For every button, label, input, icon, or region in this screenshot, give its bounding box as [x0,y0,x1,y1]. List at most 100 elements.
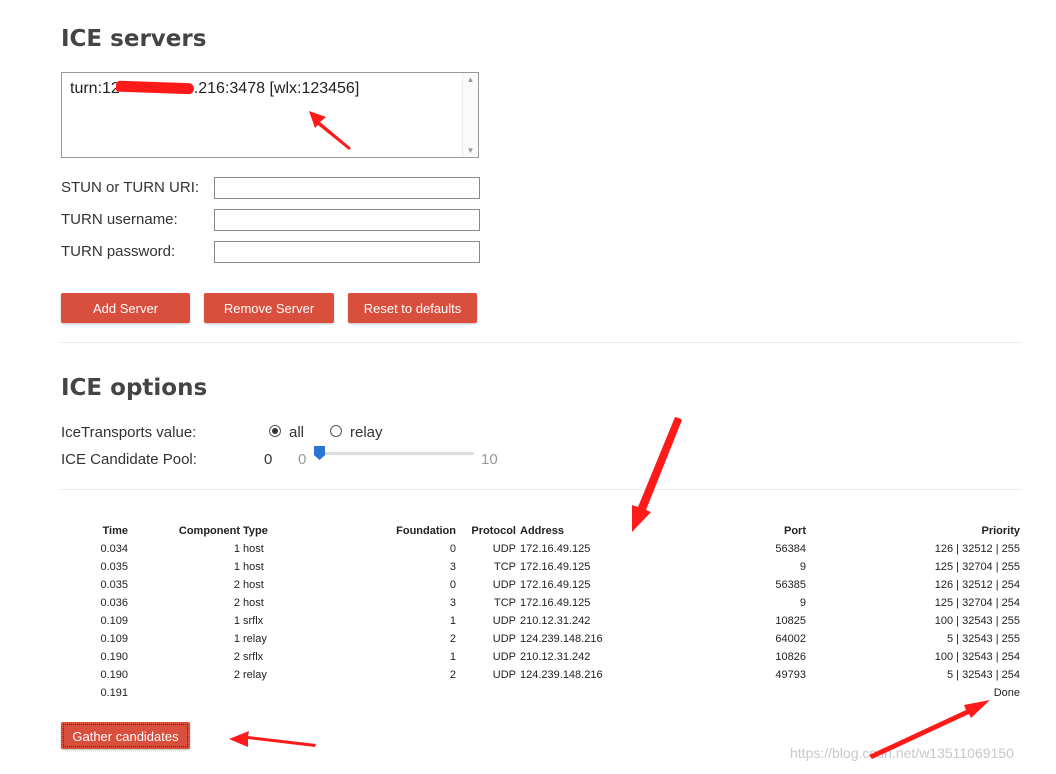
cell-foundation: 2 [449,633,456,645]
transport-relay-radio[interactable] [330,425,342,437]
gather-candidates-button[interactable]: Gather candidates [61,722,190,749]
table-row: 0.035 2 host 0 UDP 172.16.49.125 56385 126 | 32… [70,576,1020,594]
header-time: Time [102,525,128,537]
cell-address: 172.16.49.125 [520,543,591,555]
cell-time: 0.190 [100,651,128,663]
cell-time: 0.035 [100,561,128,573]
cell-port: 9 [799,597,806,609]
cell-type: host [243,543,264,555]
table-row: 0.035 1 host 3 TCP 172.16.49.125 9 125 | 32704 … [70,558,1020,576]
cell-protocol: TCP [494,597,516,609]
cell-type: srflx [243,615,264,627]
cell-protocol: UDP [492,651,516,663]
cell-time: 0.035 [100,579,128,591]
table-row-final: 0.191 Done [70,684,1020,702]
cell-port: 10825 [775,615,806,627]
add-server-button[interactable]: Add Server [61,293,190,323]
cell-protocol: UDP [492,633,516,645]
pool-label: ICE Candidate Pool: [61,451,197,468]
cell-type: relay [243,633,267,645]
cell-type: host [243,561,264,573]
cell-address: 172.16.49.125 [520,561,591,573]
cell-type: host [243,579,264,591]
cell-port: 56384 [775,543,806,555]
empty-cell [616,684,806,702]
cell-component: 1 [233,633,240,645]
username-label: TURN username: [61,211,178,228]
header-port: Port [784,525,806,537]
cell-port: 49793 [775,669,806,681]
header-component: Component [178,525,240,537]
cell-foundation: 0 [449,579,456,591]
cell-type: relay [243,669,267,681]
cell-priority: 5 | 32543 | 254 [947,669,1020,681]
table-row: 0.190 2 relay 2 UDP 124.239.148.216 49793 5 | 3… [70,666,1020,684]
header-foundation: Foundation [396,525,456,537]
cell-protocol: TCP [494,561,516,573]
cell-component: 2 [233,669,240,681]
scroll-down-icon[interactable]: ▼ [463,146,478,155]
pool-max: 10 [481,451,498,468]
cell-protocol: UDP [492,579,516,591]
cell-time: 0.109 [100,615,128,627]
cell-port: 64002 [775,633,806,645]
cell-type: host [243,597,264,609]
table-row: 0.109 1 srflx 1 UDP 210.12.31.242 10825 100 | 3… [70,612,1020,630]
empty-cell [290,684,456,702]
password-input[interactable] [214,241,480,263]
cell-address: 124.239.148.216 [520,669,603,681]
pool-min: 0 [298,451,307,468]
uri-input[interactable] [214,177,480,199]
cell-foundation: 1 [449,651,456,663]
cell-priority: 126 | 32512 | 254 [934,579,1020,591]
uri-label: STUN or TURN URI: [61,179,200,196]
cell-type: srflx [243,651,264,663]
table-header-row: Time Component Type Foundation Protocol … [70,522,1020,540]
cell-priority: 125 | 32704 | 254 [934,597,1020,609]
cell-address: 172.16.49.125 [520,579,591,591]
pool-slider[interactable] [318,452,474,455]
transports-label: IceTransports value: [61,424,197,441]
remove-server-button[interactable]: Remove Server [204,293,334,323]
server-entry[interactable]: turn:12 .216:3478 [wlx:123456] [70,80,359,98]
cell-address: 172.16.49.125 [520,597,591,609]
final-time: 0.191 [100,687,128,699]
cell-protocol: UDP [492,669,516,681]
cell-time: 0.036 [100,597,128,609]
table-row: 0.109 1 relay 2 UDP 124.239.148.216 64002 5 | 3… [70,630,1020,648]
table-row: 0.034 1 host 0 UDP 172.16.49.125 56384 126 | 32… [70,540,1020,558]
cell-port: 10826 [775,651,806,663]
section-divider [61,342,1021,343]
pool-slider-thumb[interactable] [314,446,325,460]
password-label: TURN password: [61,243,176,260]
cell-address: 124.239.148.216 [520,633,603,645]
cell-port: 56385 [775,579,806,591]
cell-protocol: UDP [492,615,516,627]
username-input[interactable] [214,209,480,231]
servers-scrollbar[interactable]: ▲ ▼ [462,73,478,157]
transport-all-radio[interactable] [269,425,281,437]
cell-component: 1 [233,561,240,573]
cell-foundation: 0 [449,543,456,555]
cell-priority: 100 | 32543 | 254 [934,651,1020,663]
server-entry-suffix: .216:3478 [wlx:123456] [193,80,360,97]
cell-port: 9 [799,561,806,573]
cell-priority: 125 | 32704 | 255 [934,561,1020,573]
scroll-up-icon[interactable]: ▲ [463,75,478,84]
cell-foundation: 2 [449,669,456,681]
cell-component: 2 [233,651,240,663]
cell-address: 210.12.31.242 [520,651,591,663]
reset-defaults-button[interactable]: Reset to defaults [348,293,477,323]
ice-options-title: ICE options [61,375,208,401]
empty-cell [516,684,616,702]
candidates-table: Time Component Type Foundation Protocol … [70,522,1020,702]
servers-list[interactable]: turn:12 .216:3478 [wlx:123456] ▲ ▼ [61,72,479,158]
cell-time: 0.109 [100,633,128,645]
header-priority: Priority [981,525,1020,537]
ice-servers-title: ICE servers [61,26,207,52]
cell-foundation: 3 [449,561,456,573]
watermark: https://blog.csdn.net/w13511069150 [790,745,1014,761]
cell-priority: 5 | 32543 | 255 [947,633,1020,645]
cell-foundation: 1 [449,615,456,627]
cell-foundation: 3 [449,597,456,609]
